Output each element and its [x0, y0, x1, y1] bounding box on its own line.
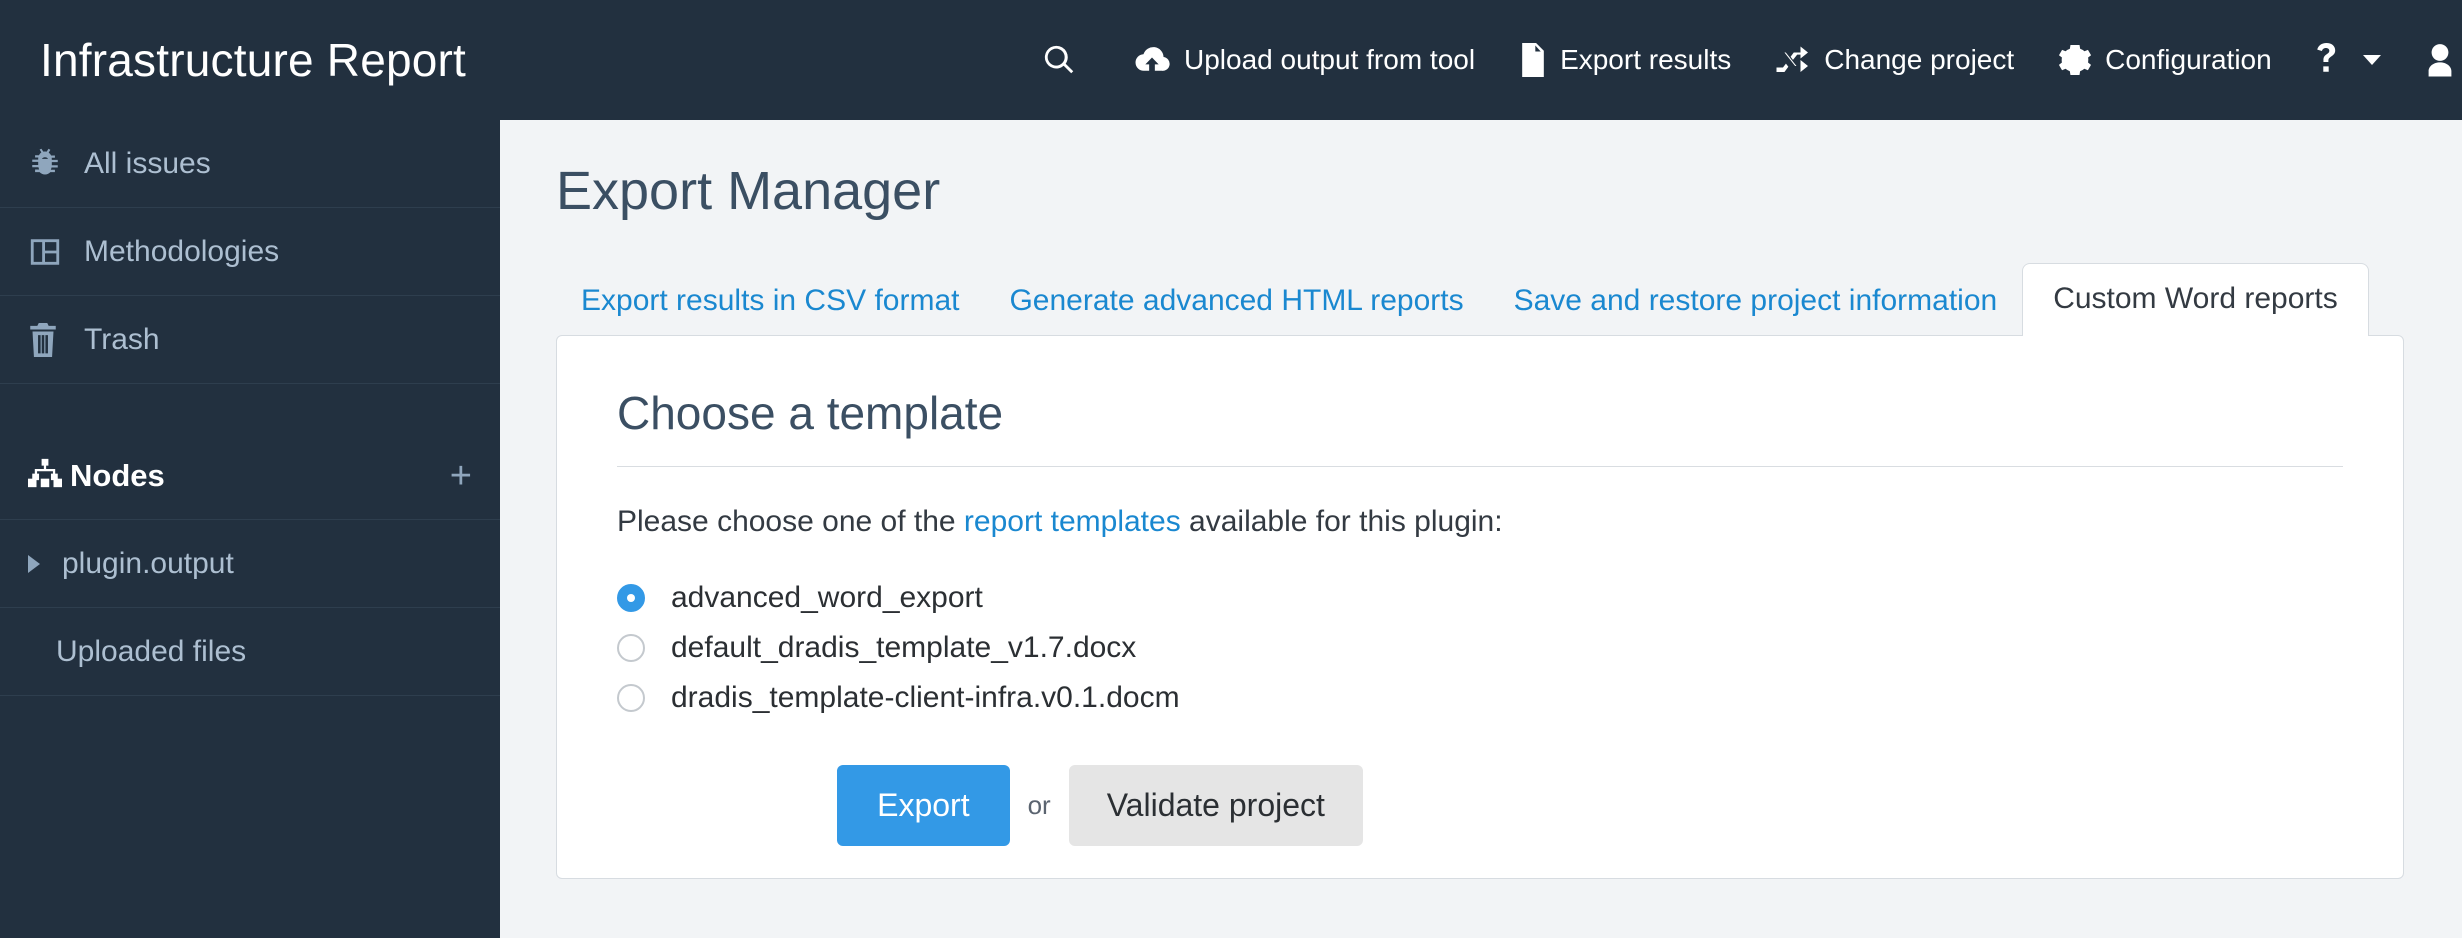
main-panel: Export Manager Export results in CSV for… — [500, 120, 2462, 938]
sidebar-item-methodologies[interactable]: Methodologies — [0, 208, 500, 296]
search-icon — [1042, 43, 1076, 77]
user-menu-button[interactable] — [2403, 0, 2462, 120]
sidebar-item-label: Trash — [84, 322, 160, 356]
upload-output-from-tool-button[interactable]: Upload output from tool — [1111, 0, 1497, 120]
tab-bar: Export results in CSV format Generate ad… — [500, 263, 2462, 336]
radio-button[interactable] — [617, 634, 645, 662]
configuration-button[interactable]: Configuration — [2036, 0, 2294, 120]
sidebar-node-label: plugin.output — [62, 546, 234, 580]
lead-prefix: Please choose one of the — [617, 505, 964, 538]
add-node-button[interactable]: + — [450, 457, 472, 495]
tab-export-csv[interactable]: Export results in CSV format — [556, 267, 984, 336]
sidebar-item-label: Methodologies — [84, 234, 280, 268]
tab-html-reports[interactable]: Generate advanced HTML reports — [984, 267, 1488, 336]
sitemap-icon — [28, 458, 62, 493]
template-option-advanced-word-export[interactable]: advanced_word_export — [617, 573, 2343, 623]
sidebar-section-label: Nodes — [70, 457, 165, 493]
card-title: Choose a template — [617, 387, 1004, 439]
template-option-default-dradis-template[interactable]: default_dradis_template_v1.7.docx — [617, 623, 2343, 673]
change-project-label: Change project — [1824, 44, 2015, 75]
export-results-button[interactable]: Export results — [1497, 0, 1753, 120]
sidebar-item-label: All issues — [84, 146, 211, 180]
template-options-list: advanced_word_export default_dradis_temp… — [617, 573, 2343, 723]
app-brand-title: Infrastructure Report — [40, 34, 467, 86]
methodologies-icon — [28, 235, 76, 269]
sidebar-item-all-issues[interactable]: All issues — [0, 120, 500, 208]
template-option-dradis-template-client-infra[interactable]: dradis_template-client-infra.v0.1.docm — [617, 673, 2343, 723]
validate-project-button[interactable]: Validate project — [1068, 765, 1363, 846]
card-title-divider — [617, 466, 2343, 467]
sidebar-node-label: Uploaded files — [56, 634, 247, 668]
template-chooser-card: Choose a template Please choose one of t… — [556, 335, 2404, 879]
sidebar-node-plugin-output[interactable]: plugin.output — [0, 520, 500, 608]
document-icon — [1519, 43, 1547, 77]
chevron-down-icon — [2362, 55, 2381, 65]
cloud-upload-icon — [1133, 43, 1171, 77]
chevron-right-icon[interactable] — [28, 554, 40, 573]
report-templates-link[interactable]: report templates — [964, 505, 1181, 538]
export-results-label: Export results — [1560, 44, 1732, 75]
export-button[interactable]: Export — [837, 765, 1010, 846]
shuffle-icon — [1775, 44, 1811, 76]
sidebar-section-nodes: Nodes + — [0, 432, 500, 520]
user-icon — [2425, 43, 2455, 77]
radio-button[interactable] — [617, 584, 645, 612]
trash-icon — [28, 322, 76, 357]
search-button[interactable] — [1020, 0, 1111, 120]
sidebar-item-trash[interactable]: Trash — [0, 296, 500, 384]
template-option-label: dradis_template-client-infra.v0.1.docm — [671, 681, 1180, 714]
or-separator-label: or — [1027, 790, 1051, 820]
sidebar: All issues Methodologies Trash Nodes + p… — [0, 120, 500, 938]
configuration-label: Configuration — [2105, 44, 2272, 75]
tab-save-restore[interactable]: Save and restore project information — [1489, 267, 2023, 336]
upload-output-label: Upload output from tool — [1184, 44, 1476, 75]
page-title: Export Manager — [556, 161, 941, 221]
help-menu-button[interactable] — [2294, 0, 2403, 120]
sidebar-node-uploaded-files[interactable]: Uploaded files — [0, 608, 500, 696]
gear-icon — [2058, 43, 2092, 77]
template-option-label: advanced_word_export — [671, 581, 983, 614]
template-option-label: default_dradis_template_v1.7.docx — [671, 631, 1137, 664]
bug-icon — [28, 147, 76, 181]
lead-suffix: available for this plugin: — [1180, 505, 1503, 538]
card-actions: Export or Validate project — [617, 765, 2343, 846]
tab-custom-word-reports[interactable]: Custom Word reports — [2022, 263, 2369, 336]
radio-button[interactable] — [617, 684, 645, 712]
top-navigation: Upload output from tool Export results C… — [1020, 0, 2462, 120]
change-project-button[interactable]: Change project — [1753, 0, 2036, 120]
question-mark-icon — [2316, 43, 2338, 77]
top-bar: Infrastructure Report Upload output from… — [0, 0, 2462, 120]
card-lead-text: Please choose one of the report template… — [617, 505, 2343, 539]
